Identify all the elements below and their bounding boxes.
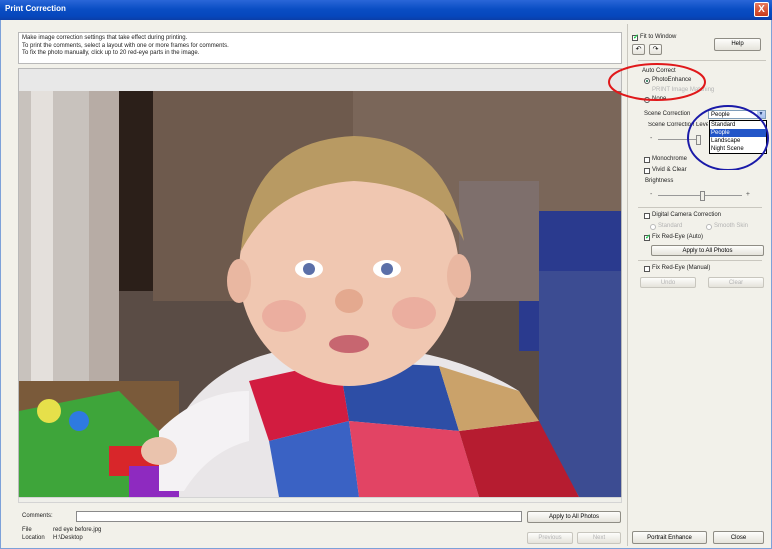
comments-input[interactable] <box>76 511 522 522</box>
digital-camera-correction-checkbox[interactable] <box>644 213 650 219</box>
scene-dropdown-list[interactable]: Standard People Landscape Night Scene <box>709 120 767 154</box>
scene-level-slider[interactable]: - <box>650 135 706 145</box>
undo-button[interactable]: Undo <box>640 277 696 288</box>
fit-to-window-checkbox[interactable] <box>632 33 639 41</box>
scene-option[interactable]: Standard <box>710 121 766 129</box>
digital-camera-correction-label: Digital Camera Correction <box>652 212 722 218</box>
fix-red-eye-manual-checkbox[interactable] <box>644 266 650 272</box>
auto-correct-label: Auto Correct <box>642 68 676 74</box>
scene-correction-select[interactable]: People ▼ <box>708 110 766 119</box>
instructions-box: Make image correction settings that take… <box>18 32 622 64</box>
rotate-left-icon[interactable]: ↶ <box>632 44 645 55</box>
standard-radio[interactable] <box>650 224 656 230</box>
baby-photo[interactable] <box>19 91 622 497</box>
close-icon[interactable]: X <box>754 2 769 17</box>
previous-button[interactable]: Previous <box>527 532 573 544</box>
scene-option[interactable]: Night Scene <box>710 145 766 153</box>
vivid-clear-label: Vivid & Clear <box>652 167 687 173</box>
fit-to-window-label: Fit to Window <box>640 34 677 40</box>
fix-red-eye-auto-label: Fix Red-Eye (Auto) <box>652 234 704 240</box>
separator <box>638 60 766 61</box>
brightness-slider[interactable]: - + <box>650 191 750 201</box>
fix-red-eye-auto-checkbox[interactable] <box>644 233 651 241</box>
clear-button[interactable]: Clear <box>708 277 764 288</box>
scene-selected-value: People <box>711 112 730 118</box>
smooth-skin-label: Smooth Skin <box>714 223 749 229</box>
file-name: red eye before.jpg <box>53 527 102 533</box>
photoenhance-label: PhotoEnhance <box>652 77 692 83</box>
location-label: Location <box>22 535 45 541</box>
print-image-matching-label: PRINT Image Matching <box>652 87 715 93</box>
photo-preview[interactable] <box>18 68 622 498</box>
scene-correction-label: Scene Correction <box>644 111 691 117</box>
next-button[interactable]: Next <box>577 532 621 544</box>
panel-divider <box>627 24 628 546</box>
photoenhance-radio[interactable] <box>644 78 650 84</box>
apply-to-all-photos-right-button[interactable]: Apply to All Photos <box>651 245 764 256</box>
portrait-enhance-button[interactable]: Portrait Enhance <box>632 531 707 544</box>
comments-label: Comments: <box>22 513 53 519</box>
location-value: H:\Desktop <box>53 535 83 541</box>
rotate-right-icon[interactable]: ↷ <box>649 44 662 55</box>
none-label: None <box>652 96 667 102</box>
instruction-line: To fix the photo manually, click up to 2… <box>22 50 200 56</box>
instruction-line: To print the comments, select a layout w… <box>22 42 229 49</box>
chevron-down-icon[interactable]: ▼ <box>757 111 765 118</box>
none-radio[interactable] <box>644 97 650 103</box>
monochrome-checkbox[interactable] <box>644 157 650 163</box>
separator <box>638 260 762 261</box>
separator <box>638 207 762 208</box>
apply-to-all-photos-button[interactable]: Apply to All Photos <box>527 511 621 523</box>
brightness-label: Brightness <box>645 178 674 184</box>
title-bar: Print Correction X <box>0 0 772 20</box>
scene-option[interactable]: Landscape <box>710 137 766 145</box>
instruction-line: Make image correction settings that take… <box>22 35 188 41</box>
horizontal-scrollbar[interactable] <box>18 497 622 503</box>
fix-red-eye-manual-label: Fix Red-Eye (Manual) <box>652 265 711 271</box>
scene-option[interactable]: People <box>710 129 766 137</box>
window-title: Print Correction <box>5 4 66 13</box>
vivid-clear-checkbox[interactable] <box>644 168 650 174</box>
smooth-skin-radio[interactable] <box>706 224 712 230</box>
file-label: File <box>22 527 32 533</box>
monochrome-label: Monochrome <box>652 156 688 162</box>
close-button[interactable]: Close <box>713 531 764 544</box>
help-button[interactable]: Help <box>714 38 761 51</box>
scene-correction-level-label: Scene Correction Level <box>648 122 708 128</box>
standard-label: Standard <box>658 223 683 229</box>
